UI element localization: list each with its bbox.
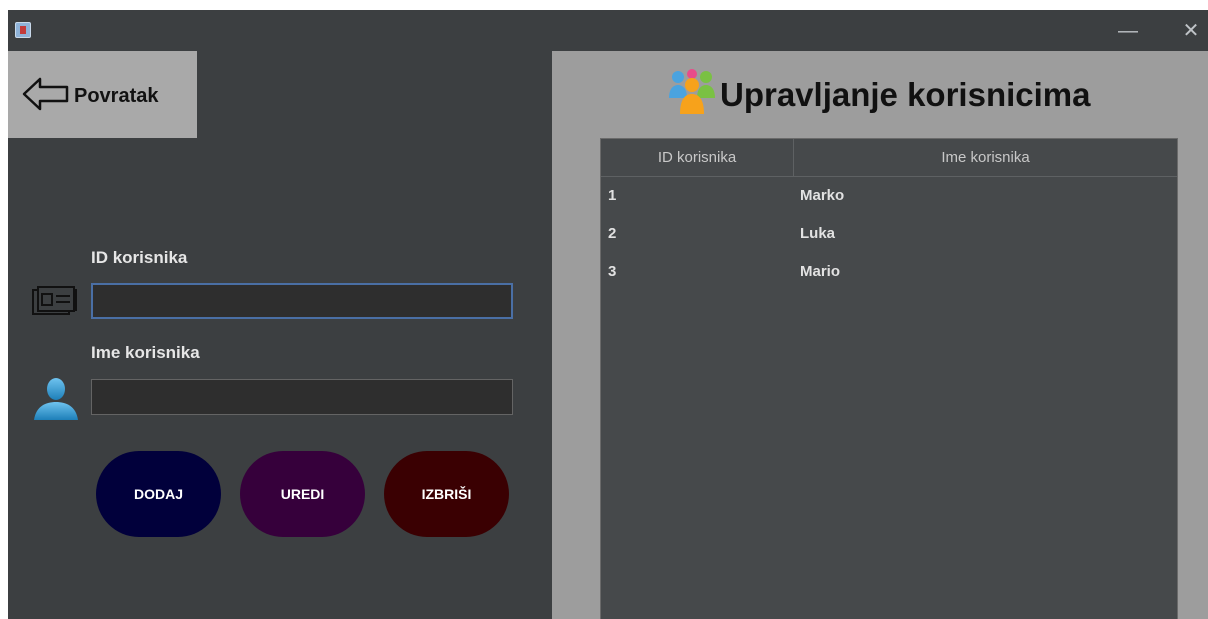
arrow-left-icon [22, 77, 69, 111]
title-bar: — ✕ [8, 10, 1208, 51]
back-button[interactable]: Povratak [8, 51, 197, 138]
user-icon [34, 378, 78, 420]
cell-name: Luka [800, 225, 836, 242]
back-button-label: Povratak [74, 85, 159, 107]
id-field-label: ID korisnika [91, 248, 188, 267]
table-header: ID korisnika Ime korisnika [601, 139, 1177, 177]
add-button[interactable]: DODAJ [96, 451, 221, 537]
cell-id: 1 [608, 187, 617, 204]
name-field-label: Ime korisnika [91, 343, 200, 362]
app-window: — ✕ Povratak ID korisnika Ime korisnika … [8, 10, 1208, 619]
users-panel: Upravljanje korisnicima ID korisnika Ime… [552, 51, 1208, 619]
delete-button[interactable]: IZBRIŠI [384, 451, 509, 537]
cell-id: 2 [608, 225, 617, 242]
users-group-icon [669, 69, 715, 114]
minimize-button[interactable]: — [1115, 18, 1141, 44]
close-button[interactable]: ✕ [1178, 18, 1204, 44]
column-header-id[interactable]: ID korisnika [601, 139, 794, 176]
page-title: Upravljanje korisnicima [720, 76, 1091, 113]
table-row[interactable]: 3 Mario [601, 253, 1177, 291]
id-input[interactable] [91, 283, 513, 319]
column-header-name[interactable]: Ime korisnika [794, 139, 1177, 176]
cell-id: 3 [608, 263, 617, 280]
app-icon [15, 22, 31, 38]
cell-name: Mario [800, 263, 841, 280]
name-input[interactable] [91, 379, 513, 415]
edit-button[interactable]: UREDI [240, 451, 365, 537]
table-row[interactable]: 1 Marko [601, 177, 1177, 215]
table-row[interactable]: 2 Luka [601, 215, 1177, 253]
cell-name: Marko [800, 187, 845, 204]
id-card-icon [32, 286, 77, 315]
users-table[interactable]: ID korisnika Ime korisnika 1 Marko 2 Luk… [600, 138, 1178, 619]
